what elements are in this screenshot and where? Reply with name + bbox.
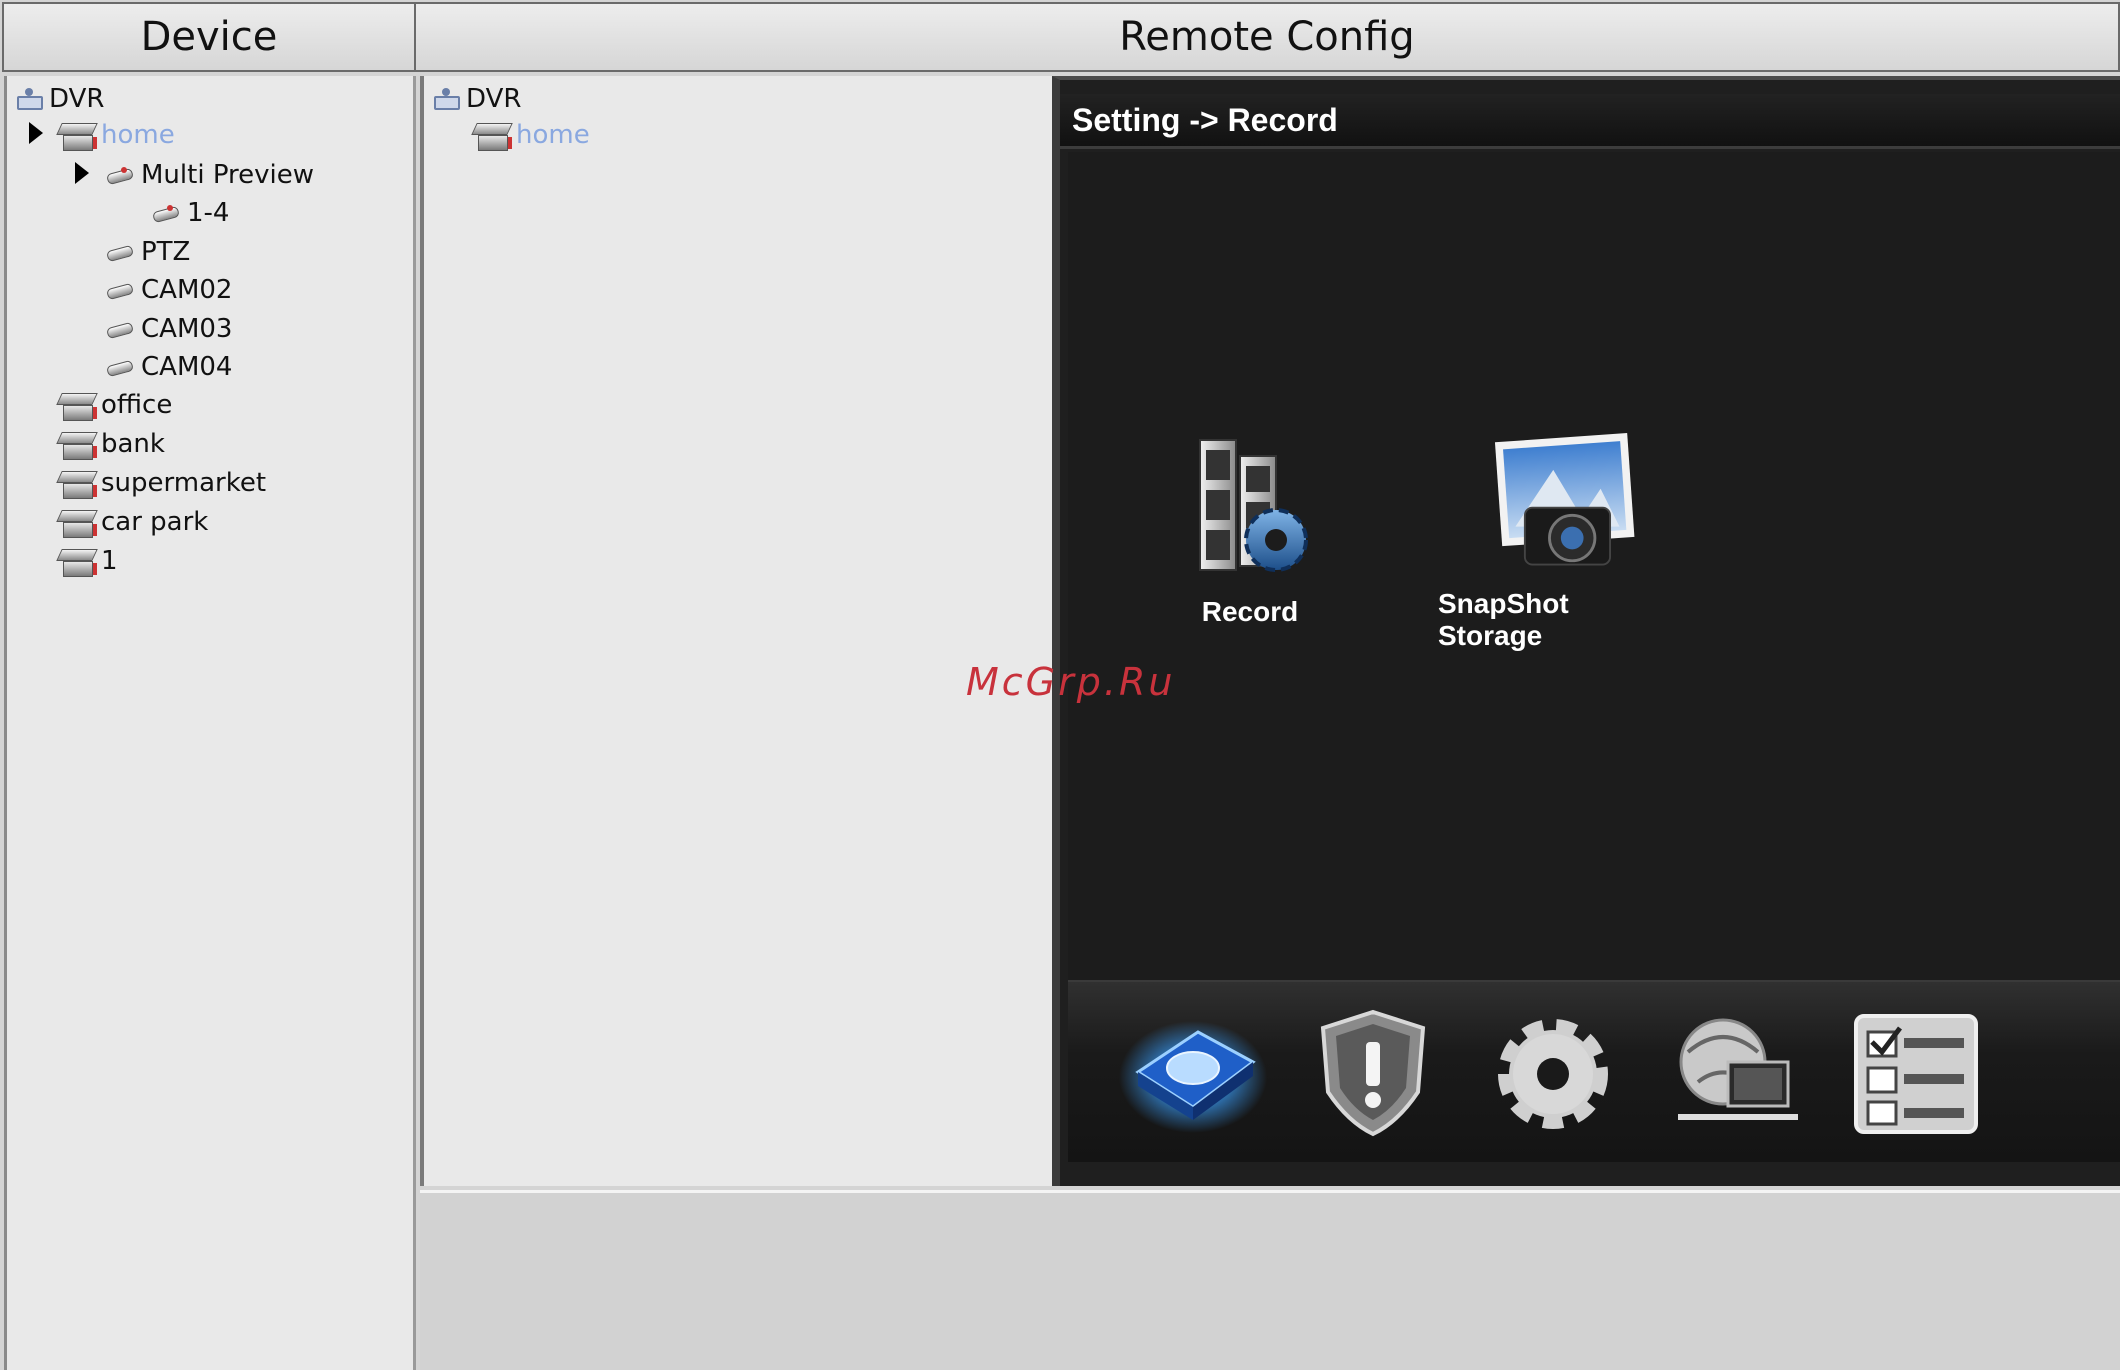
server-icon — [57, 467, 97, 499]
tree-node-ptz[interactable]: PTZ — [107, 233, 190, 271]
dvr-icon — [15, 88, 45, 110]
tree-node-label: DVR — [466, 84, 522, 114]
remote-tree-node-dvr[interactable]: DVR — [432, 80, 521, 118]
tree-node-cam03[interactable]: CAM03 — [107, 310, 232, 348]
device-header-label: Device — [140, 14, 278, 60]
tree-node-label: DVR — [49, 84, 105, 114]
config-category-bar — [1068, 980, 2120, 1162]
tree-node-label: office — [101, 390, 173, 420]
tree-node-label: car park — [101, 507, 209, 537]
tree-node-supermarket[interactable]: supermarket — [57, 464, 266, 502]
tree-node-label: home — [101, 120, 175, 150]
camera-icon — [107, 242, 137, 262]
server-icon — [57, 119, 97, 151]
tree-node-bank[interactable]: bank — [57, 425, 165, 463]
remote-tree-node-home[interactable]: home — [472, 116, 590, 154]
tree-node-label: CAM02 — [141, 275, 233, 305]
snapshot-storage-tile[interactable]: SnapShot Storage — [1438, 432, 1678, 652]
info-checklist-icon[interactable] — [1838, 1002, 1988, 1142]
camera-photo-icon — [1494, 433, 1635, 566]
tree-node-label: 1 — [101, 546, 118, 576]
record-tile[interactable]: Record — [1130, 432, 1370, 652]
status-area — [420, 1190, 2120, 1370]
tree-node-label: CAM04 — [141, 352, 233, 382]
config-body: Record SnapShot Storage — [1068, 152, 2120, 982]
tree-node-cam04[interactable]: CAM04 — [107, 348, 232, 386]
tree-node-preview-1-4[interactable]: 1-4 — [153, 194, 229, 232]
dvr-icon — [432, 88, 462, 110]
device-tree-panel: DVR home Multi Preview 1-4 PTZ CAM02 CAM… — [4, 76, 416, 1370]
server-icon — [57, 506, 97, 538]
alarm-shield-icon[interactable] — [1298, 1002, 1448, 1142]
camera-group-icon — [153, 203, 183, 223]
server-icon — [57, 428, 97, 460]
camera-icon — [107, 319, 137, 339]
expand-arrow-icon[interactable] — [75, 162, 89, 184]
tree-node-1[interactable]: 1 — [57, 542, 118, 580]
remote-config-header-label: Remote Config — [1119, 14, 1415, 60]
tree-node-label: 1-4 — [187, 198, 230, 228]
tree-node-home[interactable]: home — [57, 116, 175, 154]
expand-arrow-icon[interactable] — [29, 122, 43, 144]
remote-config-tree-panel: DVR home — [420, 76, 1052, 1186]
record-tile-label: Record — [1201, 596, 1299, 627]
tree-node-office[interactable]: office — [57, 386, 172, 424]
tree-node-label: bank — [101, 429, 165, 459]
storage-disk-icon[interactable] — [1118, 1002, 1268, 1142]
tree-node-cam02[interactable]: CAM02 — [107, 271, 232, 309]
remote-config-header: Remote Config — [416, 2, 2120, 72]
tree-node-car-park[interactable]: car park — [57, 503, 208, 541]
config-breadcrumb: Setting -> Record — [1060, 94, 2120, 149]
network-icon[interactable] — [1658, 1002, 1808, 1142]
server-icon — [472, 119, 512, 151]
camera-icon — [107, 280, 137, 300]
tree-node-multi-preview[interactable]: Multi Preview — [107, 156, 314, 194]
film-gear-icon — [1199, 439, 1308, 572]
breadcrumb-text: Setting -> Record — [1072, 101, 1338, 138]
server-icon — [57, 389, 97, 421]
tree-node-dvr[interactable]: DVR — [15, 80, 104, 118]
server-icon — [57, 545, 97, 577]
device-header: Device — [2, 2, 416, 72]
watermark-text: McGrp.Ru — [966, 660, 1176, 704]
tree-node-label: supermarket — [101, 468, 267, 498]
system-gear-icon[interactable] — [1478, 1002, 1628, 1142]
snapshot-storage-tile-label: SnapShot Storage — [1438, 588, 1569, 651]
tree-node-label: Multi Preview — [141, 160, 315, 190]
config-window: Setting -> Record Record SnapShot Storag… — [1052, 76, 2120, 1186]
tree-node-label: home — [516, 120, 590, 150]
tree-node-label: CAM03 — [141, 314, 233, 344]
tree-node-label: PTZ — [141, 237, 191, 267]
camera-group-icon — [107, 165, 137, 185]
camera-icon — [107, 357, 137, 377]
